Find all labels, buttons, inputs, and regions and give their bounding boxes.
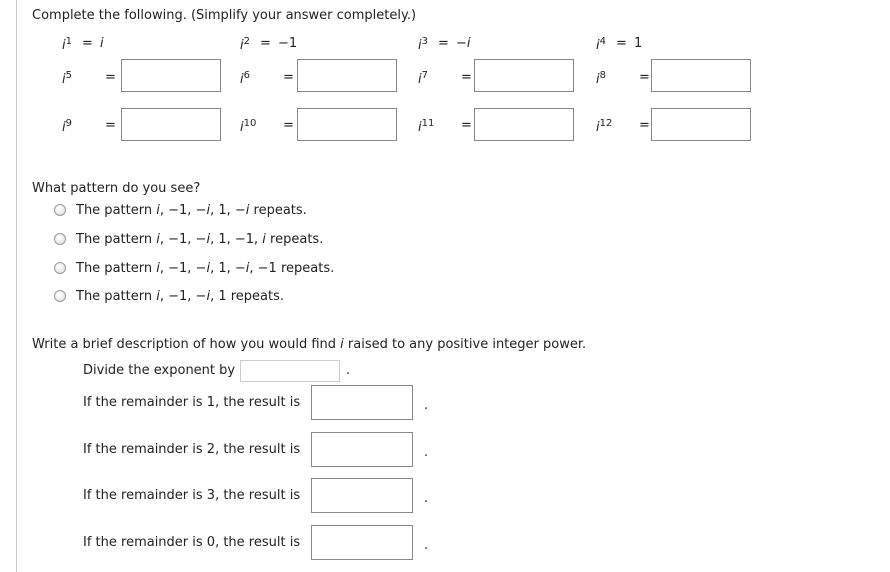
remainder-label: If the remainder is 3, the result is: [83, 488, 301, 503]
exponent: 5: [65, 70, 72, 81]
answer-input-i6[interactable]: [297, 59, 397, 92]
equals-sign: =: [283, 70, 294, 85]
exponent: 3: [421, 36, 428, 47]
power-value: −1: [278, 36, 298, 51]
answer-input-i11[interactable]: [474, 108, 574, 141]
left-border: [16, 0, 17, 572]
divide-label: Divide the exponent by: [83, 363, 236, 378]
power-label-i9: i9: [62, 118, 72, 135]
equals-sign: =: [82, 36, 93, 51]
answer-input-i12[interactable]: [651, 108, 751, 141]
remainder-input-0[interactable]: [311, 385, 413, 420]
option-text: The pattern: [76, 289, 157, 304]
exponent: 11: [421, 118, 435, 129]
option-text: , −1,: [159, 232, 196, 247]
power-label-i10: i10: [240, 118, 256, 135]
exponent: 7: [421, 70, 428, 81]
remainder-label: If the remainder is 2, the result is: [83, 442, 301, 457]
exponent: 4: [599, 36, 606, 47]
period: .: [424, 398, 429, 413]
pattern-question: What pattern do you see?: [32, 181, 201, 196]
option-text: −i: [195, 289, 211, 304]
divisor-input[interactable]: [240, 360, 340, 382]
pattern-option-label: The pattern i, −1, −i, 1, −i repeats.: [76, 203, 307, 218]
answer-input-i8[interactable]: [651, 59, 751, 92]
instruction: Complete the following. (Simplify your a…: [32, 8, 417, 23]
power-label-i5: i5: [62, 70, 72, 87]
power-value: −i: [456, 36, 471, 51]
option-text: , 1, −1,: [210, 232, 263, 247]
power-label-i7: i7: [418, 70, 428, 87]
equals-sign: =: [461, 70, 472, 85]
answer-input-i10[interactable]: [297, 108, 397, 141]
power-label-i11: i11: [418, 118, 434, 135]
answer-input-i5[interactable]: [121, 59, 221, 92]
pattern-radio-3[interactable]: [54, 262, 66, 274]
power-label-i12: i12: [596, 118, 612, 135]
equals-sign: =: [260, 36, 271, 51]
option-text: repeats.: [265, 232, 324, 247]
equals-sign: =: [105, 118, 116, 133]
answer-input-i9[interactable]: [121, 108, 221, 141]
equals-sign: =: [283, 118, 294, 133]
power-label-i6: i6: [240, 70, 250, 87]
exponent: 12: [599, 118, 613, 129]
pattern-radio-1[interactable]: [54, 204, 66, 216]
option-text: The pattern: [76, 232, 157, 247]
equals-sign: =: [639, 118, 650, 133]
equals-sign: =: [438, 36, 449, 51]
period: .: [424, 491, 429, 506]
pattern-radio-2[interactable]: [54, 233, 66, 245]
period: .: [346, 363, 351, 378]
power-label-i2: i2: [240, 36, 250, 53]
option-text: −i: [234, 261, 250, 276]
option-text: The pattern: [76, 203, 157, 218]
remainder-input-1[interactable]: [311, 432, 413, 467]
prompt-text: Write a brief description of how you wou…: [32, 337, 341, 352]
remainder-input-3[interactable]: [311, 525, 413, 560]
exponent: 1: [65, 36, 72, 47]
remainder-label: If the remainder is 1, the result is: [83, 395, 301, 410]
equals-sign: =: [461, 118, 472, 133]
option-text: , 1 repeats.: [210, 289, 285, 304]
option-text: , 1,: [210, 203, 235, 218]
option-text: −i: [195, 232, 211, 247]
exponent: 2: [243, 36, 250, 47]
power-label-i4: i4: [596, 36, 606, 53]
remainder-input-2[interactable]: [311, 478, 413, 513]
remainder-label: If the remainder is 0, the result is: [83, 535, 301, 550]
period: .: [424, 445, 429, 460]
option-text: −i: [195, 261, 211, 276]
option-text: , −1,: [159, 261, 196, 276]
pattern-option-label: The pattern i, −1, −i, 1 repeats.: [76, 289, 284, 304]
equals-sign: =: [616, 36, 627, 51]
option-text: repeats.: [249, 203, 307, 218]
option-text: , −1,: [159, 289, 196, 304]
option-text: , −1 repeats.: [249, 261, 335, 276]
exponent: 10: [243, 118, 257, 129]
equals-sign: =: [639, 70, 650, 85]
power-label-i3: i3: [418, 36, 428, 53]
answer-input-i7[interactable]: [474, 59, 574, 92]
option-text: , 1,: [210, 261, 235, 276]
pattern-option-label: The pattern i, −1, −i, 1, −i, −1 repeats…: [76, 261, 334, 276]
period: .: [424, 538, 429, 553]
exponent: 6: [243, 70, 250, 81]
power-value: 1: [634, 36, 643, 51]
power-label-i8: i8: [596, 70, 606, 87]
prompt-text-end: raised to any positive integer power.: [343, 337, 587, 352]
pattern-radio-4[interactable]: [54, 290, 66, 302]
option-text: −i: [195, 203, 211, 218]
power-label-i1: i1: [62, 36, 72, 53]
option-text: , −1,: [159, 203, 196, 218]
description-prompt: Write a brief description of how you wou…: [32, 337, 586, 352]
exponent: 8: [599, 70, 606, 81]
power-value: i: [100, 36, 104, 51]
option-text: −i: [234, 203, 250, 218]
pattern-option-label: The pattern i, −1, −i, 1, −1, i repeats.: [76, 232, 323, 247]
option-text: The pattern: [76, 261, 157, 276]
equals-sign: =: [105, 70, 116, 85]
exponent: 9: [65, 118, 72, 129]
